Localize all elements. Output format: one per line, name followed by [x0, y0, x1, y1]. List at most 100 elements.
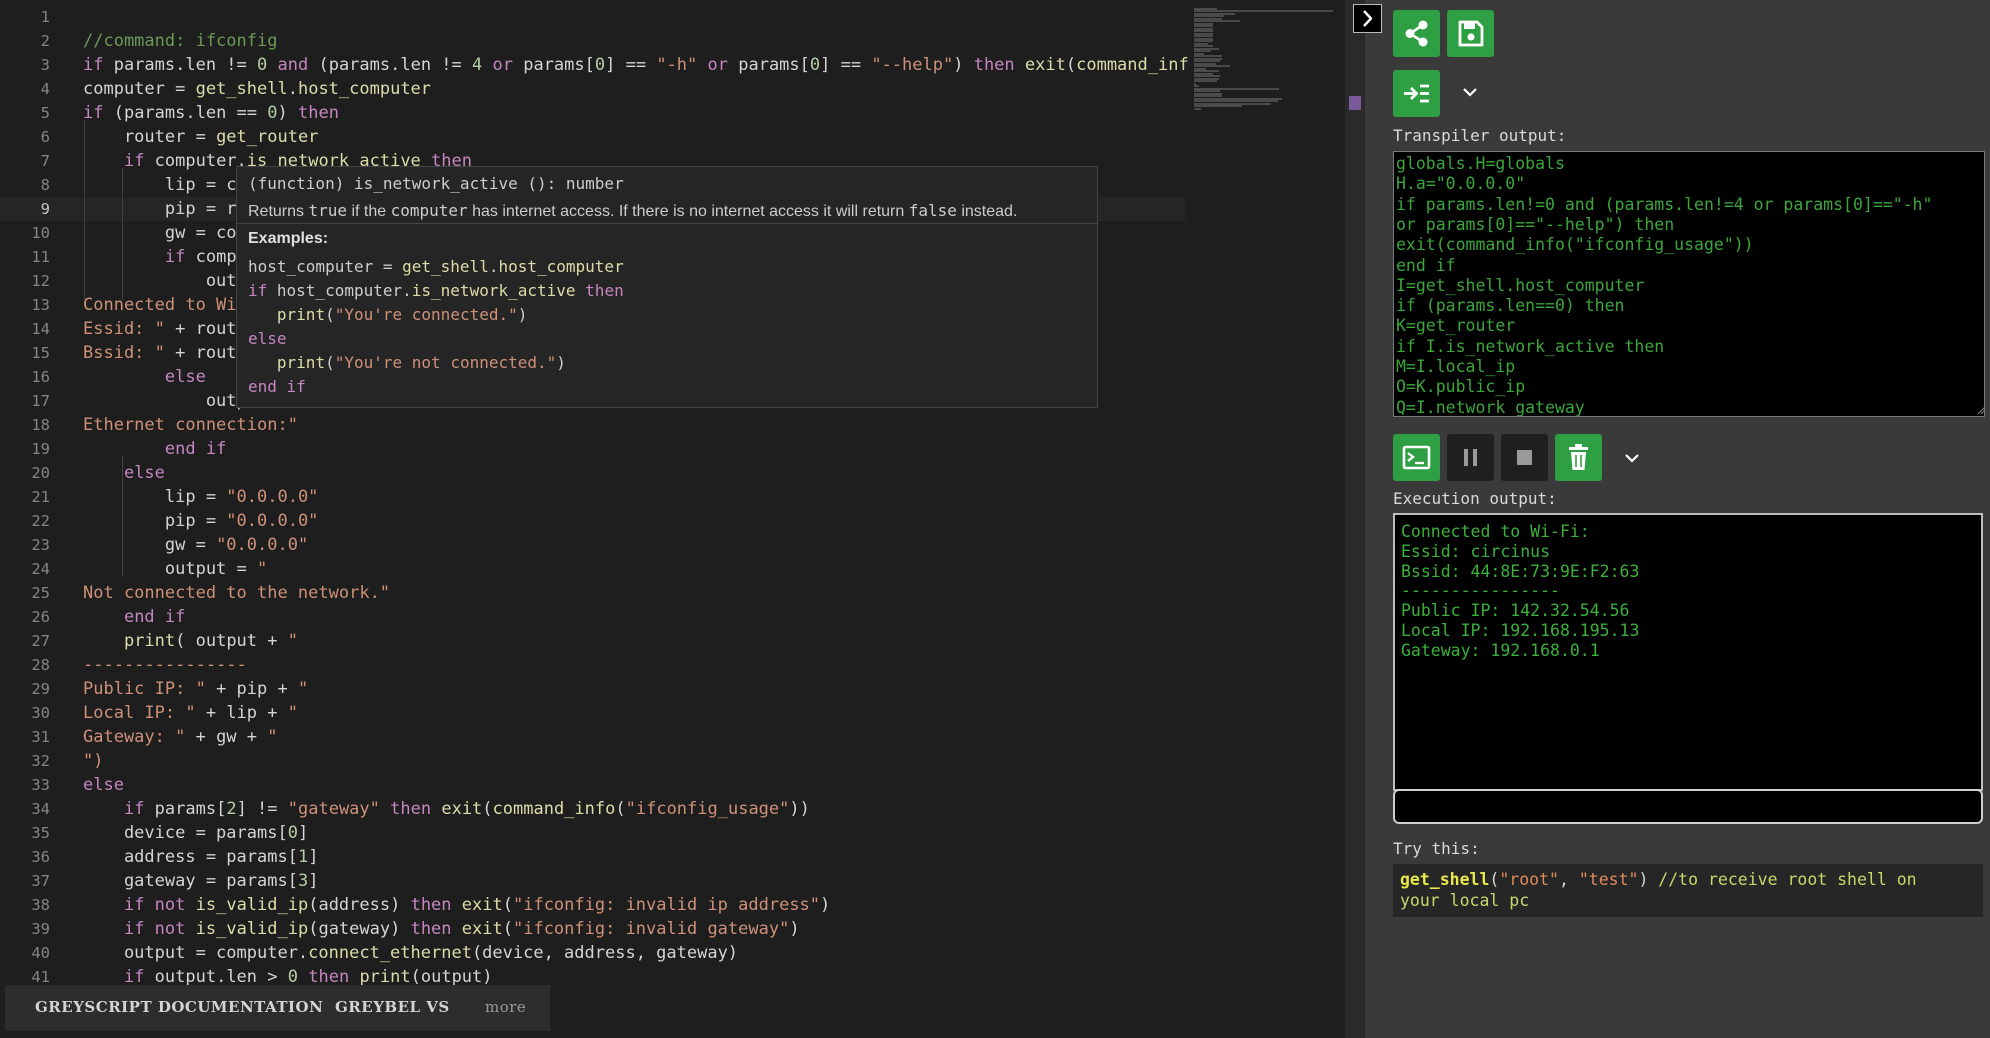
code-token: Not connected to the network." [83, 583, 391, 603]
code-token: " [287, 703, 298, 723]
line-content: Not connected to the network." [83, 581, 390, 605]
run-button[interactable] [1393, 434, 1440, 481]
line-number: 15 [31, 344, 50, 362]
example-line: print("You're not connected.") [248, 353, 566, 372]
minimap[interactable] [1190, 0, 1345, 1038]
code-token: ) [556, 353, 566, 372]
output-line: O=K.public_ip [1396, 377, 1526, 397]
code-token: else [83, 775, 124, 795]
scrollbar-thumb[interactable] [1349, 96, 1361, 110]
snippet-comma: , [1558, 870, 1579, 889]
chevron-down-icon[interactable] [1460, 82, 1480, 102]
minimap-line [1194, 105, 1242, 107]
code-token: 0 [809, 55, 821, 75]
editor-scrollbar[interactable] [1345, 0, 1365, 1038]
tab-greybel-vs[interactable]: GREYBEL VS [335, 998, 450, 1016]
pause-button[interactable] [1447, 434, 1494, 481]
line-number: 31 [31, 728, 50, 746]
code-token: exit [461, 895, 503, 915]
code-token: + pip + [205, 679, 298, 699]
panel-toggle-button[interactable] [1353, 4, 1382, 33]
desc-text: if the [347, 203, 391, 220]
code-token: "0.0.0.0" [226, 487, 319, 507]
tab-greyscript-documentation[interactable]: GREYSCRIPT DOCUMENTATION [35, 998, 323, 1016]
code-token: params[ [512, 55, 595, 75]
code-token: 0 [287, 823, 298, 843]
chevron-right-icon [1363, 10, 1373, 27]
code-token: then [585, 281, 624, 300]
minimap-line [1194, 107, 1202, 110]
tab-more[interactable]: more [485, 998, 526, 1016]
line-number: 1 [40, 8, 50, 26]
code-token: print [359, 967, 411, 987]
output-line: I=get_shell.host_computer [1396, 275, 1645, 295]
stop-button[interactable] [1501, 434, 1548, 481]
code-token: Ethernet connection:" [83, 415, 298, 435]
line-content: lip = "0.0.0.0" [83, 485, 319, 509]
line-number: 34 [31, 800, 50, 818]
clear-button[interactable] [1555, 434, 1602, 481]
line-content: Essid: " + route [83, 317, 247, 341]
line-number: 25 [31, 584, 50, 602]
line-content: Bssid: " + route [83, 341, 247, 365]
output-line: K=get_router [1396, 316, 1516, 336]
line-content: if not is_valid_ip(gateway) then exit("i… [83, 917, 800, 941]
code-token: if [123, 967, 145, 987]
code-token: "-h" [656, 55, 698, 75]
line-number: 36 [31, 848, 50, 866]
line-content: //command: ifconfig [83, 29, 277, 53]
execution-output-label: Execution output: [1393, 489, 1557, 508]
code-token: if [123, 151, 145, 171]
line-number: 5 [40, 104, 50, 122]
chevron-down-icon[interactable] [1622, 448, 1642, 468]
code-token: "You're connected." [334, 305, 518, 324]
documentation-tabs: GREYSCRIPT DOCUMENTATION GREYBEL VS more [5, 985, 550, 1031]
code-token: ( [502, 919, 513, 939]
code-token: address = params[ [83, 847, 298, 867]
snippet-arg: "test" [1578, 870, 1639, 889]
indent-guide [84, 120, 85, 300]
share-button[interactable] [1393, 10, 1440, 57]
code-editor[interactable]: 1 2//command: ifconfig 3 if params.len != 0… [0, 0, 1190, 1038]
code-token: host_computer [498, 257, 624, 276]
code-token: + gw + [185, 727, 268, 747]
execution-output[interactable]: Connected to Wi-Fi: Essid: circinus Bssid:… [1393, 513, 1983, 791]
transpiler-output[interactable]: globals.H=globals H.a="0.0.0.0" if params.… [1393, 151, 1985, 417]
code-token: (gateway) [308, 919, 411, 939]
resize-grip-icon[interactable] [1976, 405, 1986, 415]
transpile-button[interactable] [1393, 70, 1440, 117]
save-button[interactable] [1447, 10, 1494, 57]
code-token: is_network_active [411, 281, 576, 300]
line-content: print( output + " [83, 629, 298, 653]
snippet-paren: ( [1489, 870, 1500, 889]
line-content: pip = "0.0.0.0" [83, 509, 319, 533]
hover-tooltip: (function) is_network_active (): number … [236, 166, 1098, 408]
code-token: 3 [297, 871, 309, 891]
command-input[interactable] [1393, 789, 1983, 824]
hover-signature: (function) is_network_active (): number [248, 174, 624, 193]
line-number: 23 [31, 536, 50, 554]
code-token: ( [502, 895, 513, 915]
line-content: gateway = params[3] [83, 869, 319, 893]
line-content: outp [83, 389, 247, 413]
example-line: print("You're connected.") [248, 305, 527, 324]
code-token: get_router [216, 127, 319, 147]
indent-guide [122, 168, 123, 300]
line-content: end if [83, 605, 185, 629]
code-token: "ifconfig: invalid gateway" [512, 919, 790, 939]
output-line: exit(command_info("ifconfig_usage")) [1396, 235, 1754, 255]
code-token: Local IP: " [83, 703, 196, 723]
output-line: Public IP: 142.32.54.56 [1401, 601, 1630, 621]
output-line: if (params.len==0) then [1396, 296, 1625, 316]
code-token: ) [277, 103, 298, 123]
code-token: or [707, 55, 728, 75]
desc-code-false: false [908, 201, 957, 220]
line-number: 12 [31, 272, 50, 290]
output-line: ---------------- [1401, 581, 1560, 601]
code-token: is_valid_ip [195, 919, 309, 939]
line-content: pip = ro [83, 197, 247, 221]
try-this-snippet[interactable]: get_shell("root", "test") //to receive r… [1393, 864, 1983, 917]
